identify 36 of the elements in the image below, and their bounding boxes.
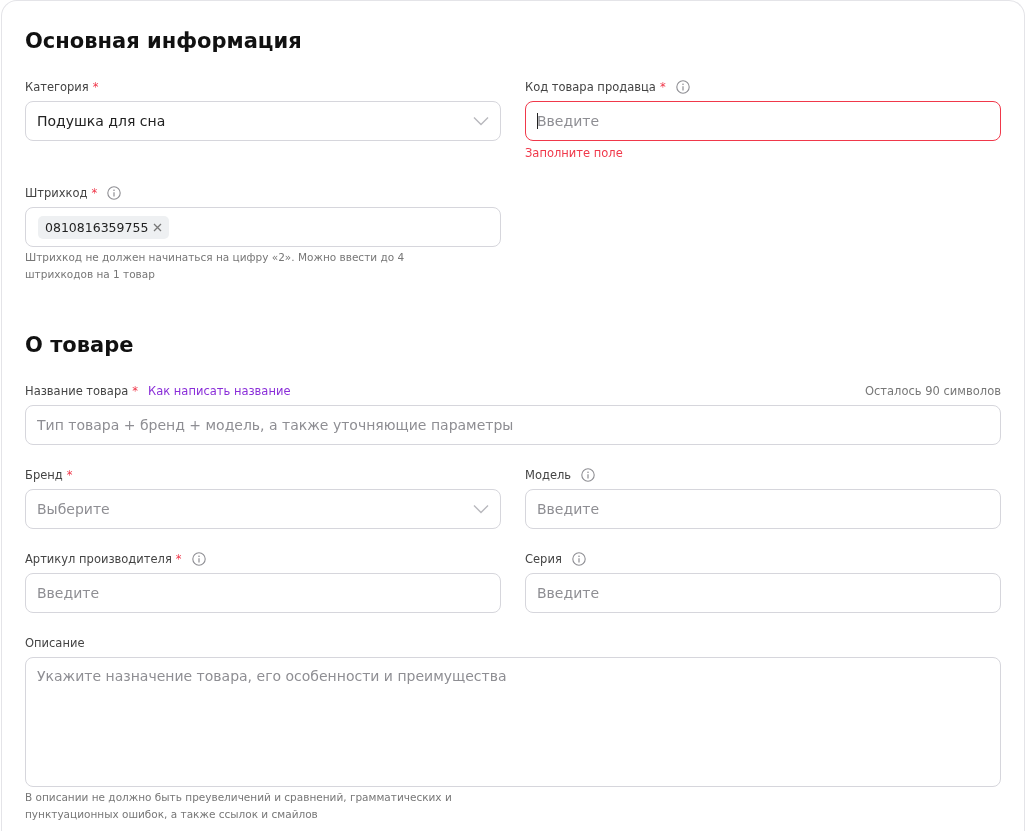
field-label: Название товара (25, 384, 129, 398)
barcode-chip[interactable]: 0810816359755 (38, 215, 170, 239)
info-icon[interactable] (675, 80, 690, 94)
required-mark: * (91, 186, 98, 200)
section-title: Основная информация (25, 28, 303, 55)
field-label: Серия (525, 552, 562, 566)
info-icon[interactable] (107, 186, 122, 200)
description-textarea[interactable]: Укажите назначение товара, его особенности и преимущества (25, 657, 1001, 787)
field-label: Код товара продавца (525, 80, 656, 94)
chevron-down-icon (473, 504, 489, 514)
info-icon[interactable] (571, 552, 586, 566)
required-mark: * (92, 80, 99, 94)
required-mark: * (66, 468, 73, 482)
field-label: Бренд (25, 468, 63, 482)
required-mark: * (132, 384, 138, 398)
field-label: Штрихкод (25, 186, 88, 200)
text-input-field[interactable]: Введите (525, 101, 1001, 141)
field-label: Описание (25, 636, 85, 650)
help-text: В описании не должно быть преувеличений и сравнений, грамматических и пунктуационных ошибок, а также ссылок и смайлов (25, 790, 453, 822)
section-title: О товаре (25, 332, 135, 359)
info-icon[interactable] (581, 468, 596, 482)
dropdown-select[interactable]: Подушка для сна (25, 101, 501, 141)
field-label: Артикул производителя (25, 552, 172, 566)
info-icon[interactable] (191, 552, 206, 566)
help-link[interactable]: Как написать название (148, 384, 291, 398)
barcode-input-field[interactable]: 0810816359755 (25, 207, 501, 247)
error-message: Заполните поле (525, 145, 624, 162)
field-label: Категория (25, 80, 89, 94)
remove-icon[interactable] (153, 222, 163, 232)
chevron-down-icon (473, 116, 489, 126)
field-label: Модель (525, 468, 572, 482)
help-text: Штрихкод не должен начинаться на цифру «2». Можно ввести до 4 штрихкодов на 1 товар (25, 250, 406, 282)
required-mark: * (175, 552, 182, 566)
required-mark: * (659, 80, 666, 94)
barcode-text: 0810816359755 (45, 219, 149, 235)
character-counter: Осталось 90 символов (865, 384, 1001, 398)
